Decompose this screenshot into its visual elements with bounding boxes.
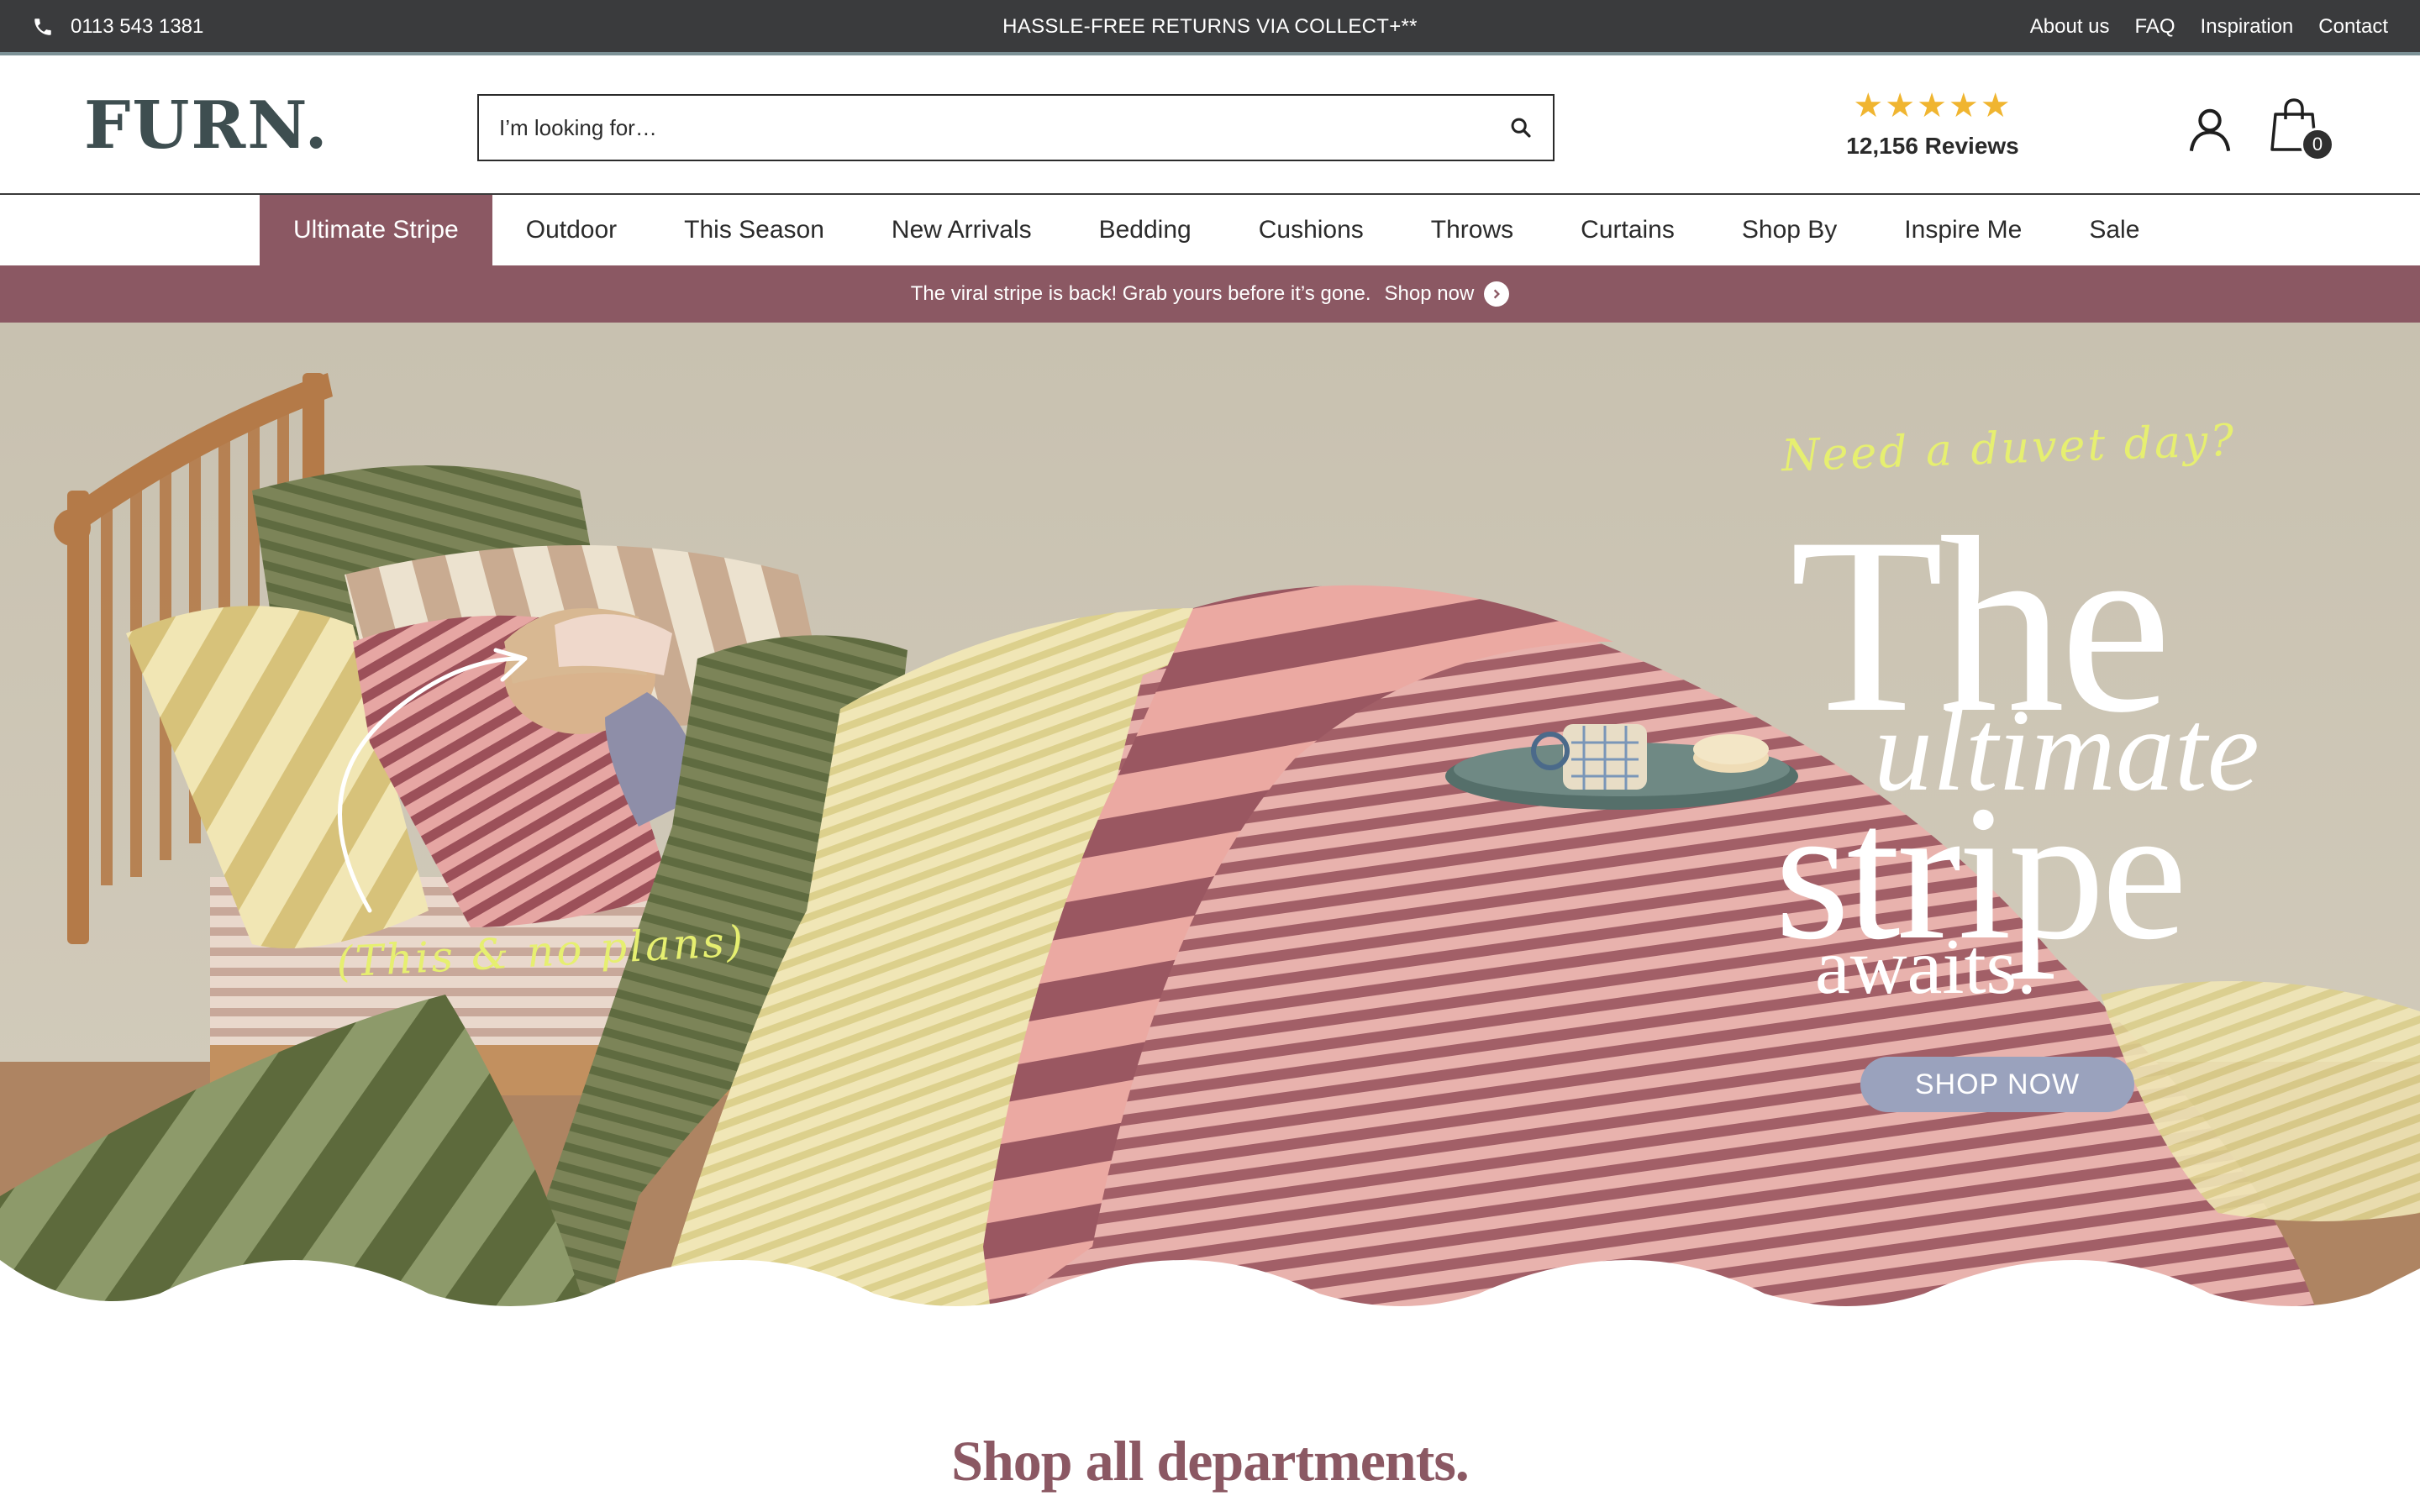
nav-this-season[interactable]: This Season (650, 195, 858, 265)
site-logo[interactable]: FURN. (84, 87, 329, 164)
announcement-shop-now-link[interactable]: Shop now (1385, 281, 1510, 307)
link-inspiration[interactable]: Inspiration (2201, 15, 2294, 39)
reviews-widget[interactable]: ★★★★★ 12,156 Reviews (1832, 89, 2033, 160)
nav-throws[interactable]: Throws (1397, 195, 1547, 265)
star-icon: ★ (1948, 87, 1981, 124)
reviews-count: 12,156 Reviews (1846, 133, 2019, 159)
star-icon: ★ (1980, 87, 2012, 124)
search-input[interactable] (479, 96, 1489, 160)
nav-outdoor[interactable]: Outdoor (492, 195, 650, 265)
utility-links: About us FAQ Inspiration Contact (2030, 0, 2388, 54)
search-icon[interactable] (1489, 96, 1553, 160)
shop-now-button[interactable]: SHOP NOW (1860, 1057, 2134, 1112)
cart-count-badge: 0 (2301, 128, 2334, 161)
chevron-right-icon (1484, 281, 1510, 307)
star-icon: ★ (1885, 87, 1918, 124)
nav-sale[interactable]: Sale (2055, 195, 2173, 265)
announcement-bar: The viral stripe is back! Grab yours bef… (0, 265, 2420, 323)
nav-inspire-me[interactable]: Inspire Me (1870, 195, 2055, 265)
wave-divider (0, 1260, 2420, 1319)
search-bar (477, 94, 1555, 161)
nav-cushions[interactable]: Cushions (1225, 195, 1397, 265)
section-heading-shop-all-departments: Shop all departments. (951, 1429, 1470, 1493)
site-header: FURN. ★★★★★ 12,156 Reviews 0 (0, 59, 2420, 195)
link-about-us[interactable]: About us (2030, 15, 2110, 39)
star-rating: ★★★★★ (1832, 89, 2033, 123)
hero-title-awaits: awaits. (1815, 923, 2037, 1011)
main-navigation: Ultimate Stripe Outdoor This Season New … (0, 195, 2420, 265)
nav-new-arrivals[interactable]: New Arrivals (858, 195, 1065, 265)
nav-shop-by[interactable]: Shop By (1708, 195, 1870, 265)
nav-ultimate-stripe[interactable]: Ultimate Stripe (260, 195, 492, 265)
link-contact[interactable]: Contact (2318, 15, 2388, 39)
cart-button[interactable]: 0 (2269, 97, 2336, 165)
star-icon: ★ (1853, 87, 1886, 124)
hero-banner[interactable]: Need a duvet day? (This & no plans) The … (0, 323, 2420, 1319)
announcement-text: The viral stripe is back! Grab yours bef… (910, 282, 1371, 305)
top-utility-bar: 0113 543 1381 HASSLE-FREE RETURNS VIA CO… (0, 0, 2420, 55)
announcement-link-label: Shop now (1384, 282, 1475, 305)
star-icon: ★ (1917, 87, 1949, 124)
account-icon[interactable] (2186, 106, 2233, 153)
link-faq[interactable]: FAQ (2135, 15, 2175, 39)
nav-curtains[interactable]: Curtains (1547, 195, 1708, 265)
nav-bedding[interactable]: Bedding (1065, 195, 1225, 265)
